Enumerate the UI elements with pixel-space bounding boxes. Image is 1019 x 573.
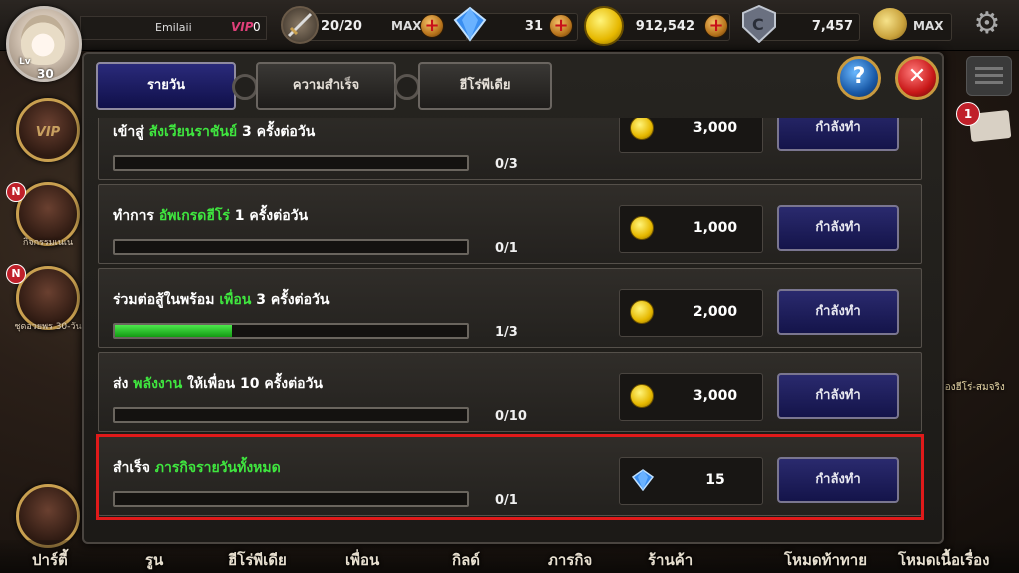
tab-daily[interactable]: รายวัน	[96, 62, 236, 110]
vip-level: 0	[253, 20, 261, 34]
quest-go-button[interactable]: กำลังทำ	[777, 289, 899, 335]
nav-shop[interactable]: ร้านค้า	[648, 548, 693, 572]
quest-title-post: 1 ครั้งต่อวัน	[229, 208, 309, 224]
gold-coin-icon	[584, 6, 624, 46]
quest-progress-text: 0/1	[495, 241, 518, 256]
vip-button[interactable]: VIP	[16, 98, 80, 162]
quest-row: ทำการ อัพเกรดฮีโร่ 1 ครั้งต่อวัน 0/1 1,0…	[98, 184, 922, 264]
tab-connector	[394, 74, 420, 100]
quest-title: เข้าสู่ สังเวียนราชันย์ 3 ครั้งต่อวัน	[113, 121, 315, 143]
hero-room-label[interactable]: ห้องฮีโร่-สมจริง	[938, 380, 1005, 395]
quest-row: ร่วมต่อสู้ในพร้อม เพื่อน 3 ครั้งต่อวัน 1…	[98, 268, 922, 348]
quest-title-highlight: เพื่อน	[219, 292, 252, 308]
nav-rune[interactable]: รูน	[145, 548, 163, 572]
svg-text:C: C	[752, 15, 764, 34]
quest-title-pre: ร่วมต่อสู้ในพร้อม	[113, 292, 220, 308]
player-name-box: Emilaii VIP 0	[80, 16, 267, 40]
gem-icon	[452, 6, 488, 42]
quest-progress-bar	[113, 239, 469, 255]
chat-icon[interactable]	[966, 56, 1012, 96]
quest-title-post: ให้เพื่อน 10 ครั้งต่อวัน	[182, 376, 324, 392]
nav-guild[interactable]: กิลด์	[452, 548, 480, 572]
quest-title-post: 3 ครั้งต่อวัน	[251, 292, 330, 308]
level-label: Lv	[19, 57, 31, 67]
gold-coin-icon	[630, 216, 654, 240]
quest-title-highlight: อัพเกรดฮีโร่	[158, 208, 230, 224]
vip-label: VIP	[231, 20, 254, 34]
friend-point-max: MAX	[913, 19, 944, 33]
quest-go-button[interactable]: กำลังทำ	[777, 205, 899, 251]
gold-add-button[interactable]: +	[704, 14, 728, 38]
quest-progress-bar	[113, 155, 469, 171]
party-avatar-button[interactable]	[16, 484, 80, 548]
vip-button-label: VIP	[35, 125, 61, 140]
gold-value: 912,542	[635, 19, 695, 34]
quest-title: ร่วมต่อสู้ในพร้อม เพื่อน 3 ครั้งต่อวัน	[113, 289, 329, 311]
quest-title-pre: ส่ง	[113, 376, 134, 392]
nav-party[interactable]: ปาร์ตี้	[32, 548, 68, 572]
player-level: 30	[37, 67, 54, 81]
quest-progress-fill	[115, 325, 233, 337]
blessing-set-label: ชุดอวยพร 30-วัน	[14, 322, 82, 332]
event-button-label: กิจกรรมเนเน	[22, 238, 74, 248]
settings-gear-icon[interactable]: ⚙	[971, 8, 1003, 40]
quest-go-button[interactable]: กำลังทำ	[777, 373, 899, 419]
gem-add-button[interactable]: +	[549, 14, 573, 38]
tab-connector	[232, 74, 258, 100]
quest-reward: 1,000	[619, 205, 763, 253]
stamina-add-button[interactable]: +	[420, 14, 444, 38]
nav-challenge-mode[interactable]: โหมดท้าทาย	[784, 548, 867, 572]
quest-progress-bar	[113, 407, 469, 423]
new-badge: N	[6, 182, 26, 202]
quest-reward-amount: 3,000	[692, 120, 738, 136]
gem-value: 31	[524, 19, 543, 34]
quest-reward-amount: 1,000	[692, 220, 738, 236]
selected-quest-highlight	[96, 434, 924, 520]
gold-coin-icon	[630, 300, 654, 324]
quest-title-pre: เข้าสู่	[113, 124, 149, 140]
quest-title-highlight: พลังงาน	[133, 376, 183, 392]
stamina-sword-icon	[281, 6, 319, 44]
token-value: 7,457	[811, 19, 853, 34]
quest-row: ส่ง พลังงาน ให้เพื่อน 10 ครั้งต่อวัน 0/1…	[98, 352, 922, 432]
stamina-value: 20/20	[321, 19, 362, 34]
nav-friends[interactable]: เพื่อน	[345, 548, 379, 572]
quest-row: เข้าสู่ สังเวียนราชันย์ 3 ครั้งต่อวัน 0/…	[98, 118, 922, 180]
gold-coin-icon	[630, 384, 654, 408]
quest-reward-amount: 3,000	[692, 388, 738, 404]
tab-achievement[interactable]: ความสำเร็จ	[256, 62, 396, 110]
close-button[interactable]: ✕	[895, 56, 939, 100]
quest-go-button[interactable]: กำลังทำ	[777, 118, 899, 151]
token-shield-icon: C	[741, 4, 777, 44]
friend-point-icon	[873, 8, 907, 40]
help-button[interactable]: ?	[837, 56, 881, 100]
player-name: Emilaii	[155, 21, 192, 34]
quest-reward: 3,000	[619, 373, 763, 421]
nav-heropedia[interactable]: ฮีโร่พีเดีย	[228, 548, 287, 572]
quest-progress-text: 0/10	[495, 409, 527, 424]
quest-title-highlight: สังเวียนราชันย์	[148, 124, 238, 140]
quest-progress-bar	[113, 323, 469, 339]
quest-progress-text: 0/3	[495, 157, 518, 172]
quest-reward: 2,000	[619, 289, 763, 337]
quest-title: ส่ง พลังงาน ให้เพื่อน 10 ครั้งต่อวัน	[113, 373, 323, 395]
new-badge: N	[6, 264, 26, 284]
quest-title-post: 3 ครั้งต่อวัน	[237, 124, 316, 140]
quest-title: ทำการ อัพเกรดฮีโร่ 1 ครั้งต่อวัน	[113, 205, 308, 227]
gold-coin-icon	[630, 118, 654, 140]
player-avatar[interactable]: Lv 30	[6, 6, 82, 82]
mail-count-badge: 1	[956, 102, 980, 126]
tab-heropedia[interactable]: ฮีโร่พีเดีย	[418, 62, 552, 110]
nav-story-mode[interactable]: โหมดเนื้อเรื่อง	[898, 548, 989, 572]
stamina-max-label: MAX	[391, 19, 422, 33]
nav-quest[interactable]: ภารกิจ	[548, 548, 592, 572]
quest-reward-amount: 2,000	[692, 304, 738, 320]
quest-reward: 3,000	[619, 118, 763, 153]
quest-title-pre: ทำการ	[113, 208, 159, 224]
quest-progress-text: 1/3	[495, 325, 518, 340]
